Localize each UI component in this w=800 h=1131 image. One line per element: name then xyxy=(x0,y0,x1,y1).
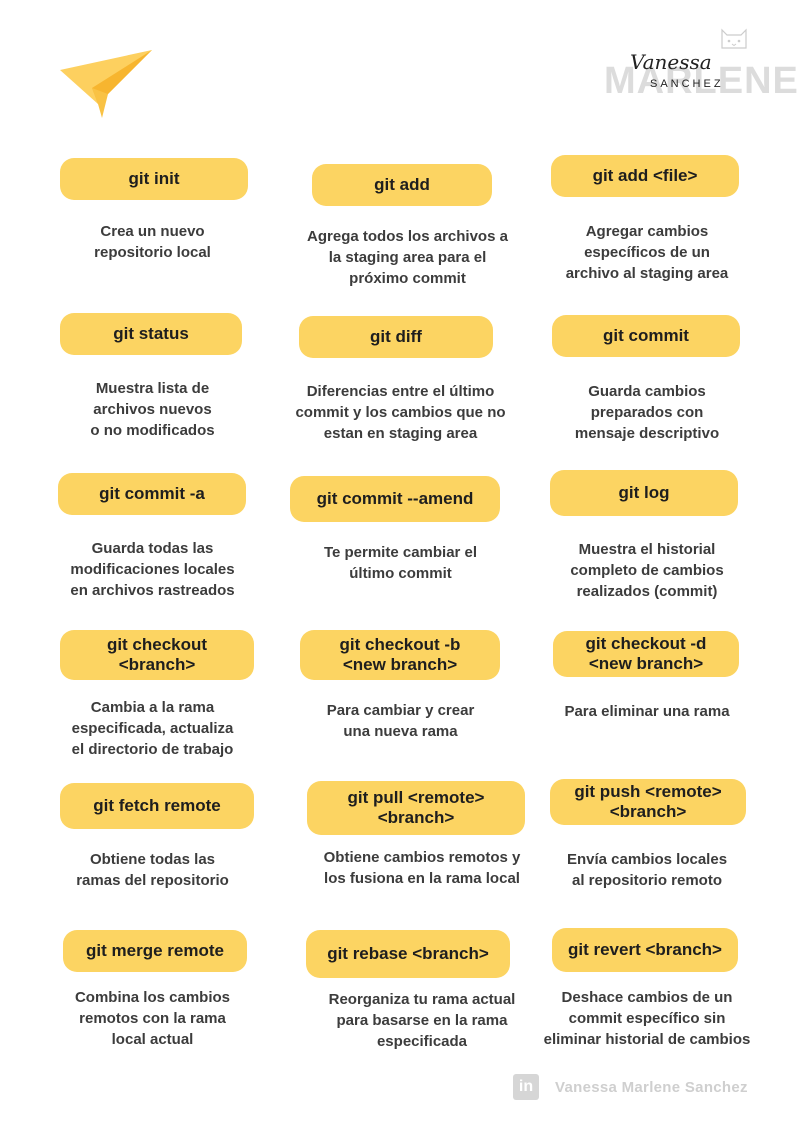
command-pill: git commit -a xyxy=(58,473,246,515)
paper-plane-icon xyxy=(60,50,152,118)
command-pill: git add <file> xyxy=(551,155,739,197)
footer-name: Vanessa Marlene Sanchez xyxy=(555,1078,748,1096)
command-pill: git diff xyxy=(299,316,493,358)
command-description: Muestra el historial completo de cambios… xyxy=(570,541,724,600)
command-description: Agrega todos los archivos a la staging a… xyxy=(307,228,508,287)
command-pill: git log xyxy=(550,470,738,516)
command-pill: git rebase <branch> xyxy=(306,930,510,978)
command-pill: git commit xyxy=(552,315,740,357)
command-pill: git merge remote xyxy=(63,930,247,972)
command-pill: git add xyxy=(312,164,492,206)
command-description: Guarda cambios preparados con mensaje de… xyxy=(574,383,720,442)
command-pill: git pull <remote> <branch> xyxy=(307,781,525,835)
cat-icon xyxy=(721,28,747,49)
footer: in Vanessa Marlene Sanchez xyxy=(513,1073,748,1101)
command-pill: git commit --amend xyxy=(290,476,500,522)
command-pill: git checkout -b <new branch> xyxy=(300,630,500,680)
command-description: Te permite cambiar el último commit xyxy=(323,544,478,582)
command-description: Crea un nuevo repositorio local xyxy=(94,223,211,261)
command-description: Obtiene cambios remotos y los fusiona en… xyxy=(323,849,521,887)
command-description: Diferencias entre el último commit y los… xyxy=(295,383,506,442)
command-description: Obtiene todas las ramas del repositorio xyxy=(76,851,229,889)
command-pill: git status xyxy=(60,313,242,355)
command-pill: git fetch remote xyxy=(60,783,254,829)
command-description: Guarda todas las modificaciones locales … xyxy=(70,540,235,599)
command-description: Reorganiza tu rama actual para basarse e… xyxy=(328,991,516,1050)
brand-logo: MARLENE Vanessa SANCHEZ xyxy=(602,48,798,106)
linkedin-icon: in xyxy=(513,1074,539,1100)
command-description: Combina los cambios remotos con la rama … xyxy=(74,989,231,1048)
command-pill: git init xyxy=(60,158,248,200)
command-pill: git checkout -d <new branch> xyxy=(553,631,739,677)
command-description: Agregar cambios específicos de un archiv… xyxy=(565,223,729,282)
command-description: Cambia a la rama especificada, actualiza… xyxy=(71,699,234,758)
command-description: Envía cambios locales al repositorio rem… xyxy=(566,851,728,889)
command-description: Muestra lista de archivos nuevos o no mo… xyxy=(90,380,215,439)
command-pill: git checkout <branch> xyxy=(60,630,254,680)
logo-script: Vanessa xyxy=(630,50,712,74)
logo-small: SANCHEZ xyxy=(650,78,724,90)
command-pill: git push <remote> <branch> xyxy=(550,779,746,825)
command-pill: git revert <branch> xyxy=(552,928,738,972)
command-description: Para cambiar y crear una nueva rama xyxy=(326,702,475,740)
command-description: Deshace cambios de un commit específico … xyxy=(543,989,751,1048)
command-description: Para eliminar una rama xyxy=(564,703,730,720)
